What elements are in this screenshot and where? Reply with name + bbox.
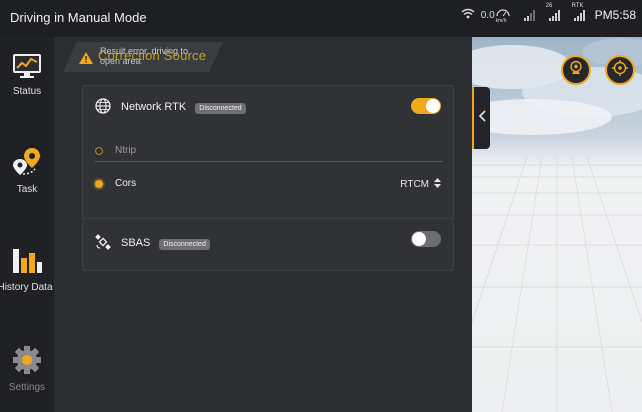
sidebar-item-label: Settings [8,382,46,393]
radio-option-ntrip[interactable]: Ntrip [95,145,443,156]
sbas-card: SBAS Disconnected [82,218,454,271]
sidebar-item-label: History Data [0,282,53,293]
correction-source-panel: Result error, driving to open area Corre… [54,37,472,412]
speed-unit: km/h [495,17,507,24]
sbas-header: SBAS Disconnected [95,234,210,253]
speed-value: 0.0 [480,9,495,21]
sidebar-item-status[interactable]: Status [0,53,54,97]
radio-button[interactable] [95,146,103,155]
speed-readout: 0.0 km/h [480,8,510,24]
chevron-left-icon [478,109,486,127]
rtk-label: RTK [571,3,584,9]
sidebar-item-label: Task [16,184,38,195]
sidebar-item-history-data[interactable]: History Data [0,245,54,293]
sbas-toggle[interactable] [411,231,441,247]
cellular-signal-icon [523,9,535,21]
radio-label: Cors [115,178,137,189]
3d-map-view[interactable] [472,37,642,412]
webcam-icon [568,60,584,81]
rtk-signal-icon: RTK [572,3,585,21]
status-indicators: 0.0 km/h 26 RTK PM5:58 [461,3,636,24]
radio-label: Ntrip [115,145,137,156]
radio-button[interactable] [95,179,103,188]
monitor-chart-icon [12,54,42,82]
error-alert-banner: Result error, driving to open area Corre… [63,42,223,72]
network-rtk-toggle[interactable] [411,98,441,114]
crosshair-icon [612,59,628,81]
divider [95,161,443,162]
status-badge: Disconnected [159,239,210,250]
network-rtk-label: Network RTK [121,101,187,113]
collapse-panel-button[interactable] [472,87,490,149]
sort-arrows-icon [434,178,441,191]
map-pin-route-icon [11,148,43,180]
speedometer-icon: km/h [495,8,510,24]
format-select[interactable]: RTCM [400,178,441,191]
warning-icon [79,51,93,69]
globe-icon [95,98,111,117]
satellite-icon [95,234,111,253]
wifi-icon [461,8,475,22]
status-bar: Driving in Manual Mode 0.0 km/h 26 RTK P… [0,0,642,37]
locate-button[interactable] [605,55,635,85]
ground-grid [472,157,642,412]
gear-icon [12,346,42,378]
network-rtk-header: Network RTK Disconnected [95,98,246,117]
mode-title: Driving in Manual Mode [10,10,147,25]
radio-option-cors[interactable]: Cors [95,178,443,189]
sidebar-item-label: Status [12,86,42,97]
format-value: RTCM [400,179,429,190]
satellite-signal-icon: 26 [546,3,560,21]
sidebar-item-task[interactable]: Task [0,147,54,195]
satellite-count: 26 [545,3,553,9]
sidebar: Status Task History Data Settings [0,37,54,412]
bar-chart-icon [10,249,44,278]
camera-button[interactable] [561,55,591,85]
page-title: Correction Source [98,48,207,63]
clock: PM5:58 [594,8,636,22]
status-badge: Disconnected [195,103,246,114]
sidebar-item-settings[interactable]: Settings [0,345,54,393]
sbas-label: SBAS [121,237,151,249]
